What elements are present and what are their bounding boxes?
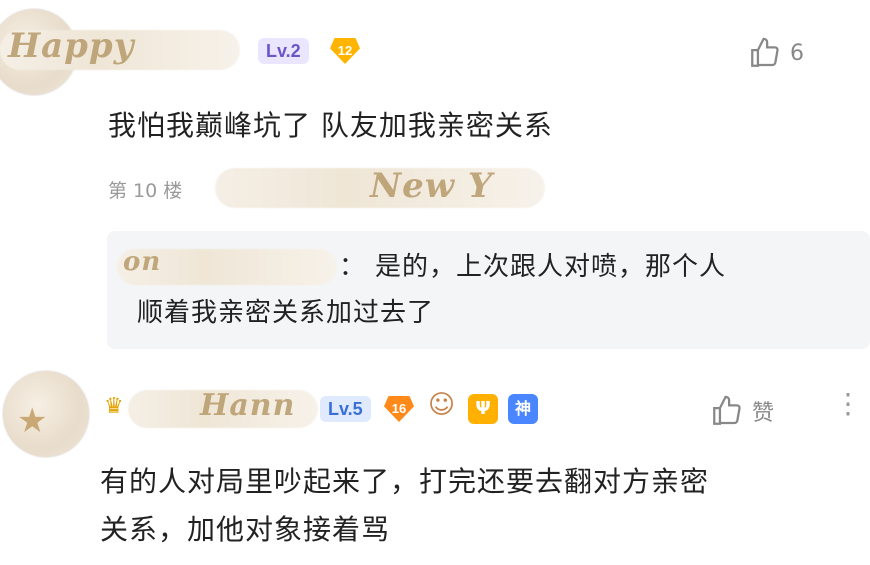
comment-2: ★ ♛ Hann Lv.5 16 ☺ Ψ 神 赞 ⋮ 有的人对局里吵起来了，打完… [0,360,870,565]
crown-icon: ♛ [104,394,124,419]
gem-badge: 12 [330,38,360,64]
psi-badge: Ψ [468,394,498,424]
comment-text-line-2: 关系，加他对象接着骂 [100,513,391,546]
comment-1: ✦ Happy Lv.2 12 6 ⋮ 我怕我巅峰坑了 队友加我亲密关系 [0,0,870,170]
comment-text: 我怕我巅峰坑了 队友加我亲密关系 [108,109,553,142]
gem-badge: 16 [384,396,414,422]
like-button[interactable]: 6 [748,36,804,70]
god-badge: 神 [508,394,538,424]
more-menu-icon[interactable]: ⋮ [834,390,862,418]
like-label: 赞 [752,401,775,426]
level-badge: Lv.5 [320,396,371,422]
reply-preview[interactable]: on ： 是的，上次跟人对喷，那个人 顺着我亲密关系加过去了 [107,231,870,349]
thumbs-up-icon [713,395,741,425]
reply-line-2: 顺着我亲密关系加过去了 [137,298,435,328]
reply-colon: ： [339,252,367,282]
star-icon: ★ [17,401,48,441]
username[interactable]: Hann [200,388,295,423]
comment-text-line-1: 有的人对局里吵起来了，打完还要去翻对方亲密 [100,465,710,498]
avatar[interactable]: ★ [2,370,90,458]
username[interactable]: Happy [8,26,134,66]
floor-number: 第 10 楼 [108,180,183,202]
thumbs-up-icon [751,37,779,67]
like-count: 6 [790,40,804,66]
level-badge: Lv.2 [258,38,309,64]
like-button[interactable]: 赞 [710,394,774,428]
reply-username[interactable]: on [123,247,161,277]
more-menu-icon[interactable]: ⋮ [858,30,870,58]
floor-username[interactable]: New Y [370,166,493,206]
reply-line-1: 是的，上次跟人对喷，那个人 [375,252,727,282]
gingerbread-icon: ☺ [428,390,456,420]
